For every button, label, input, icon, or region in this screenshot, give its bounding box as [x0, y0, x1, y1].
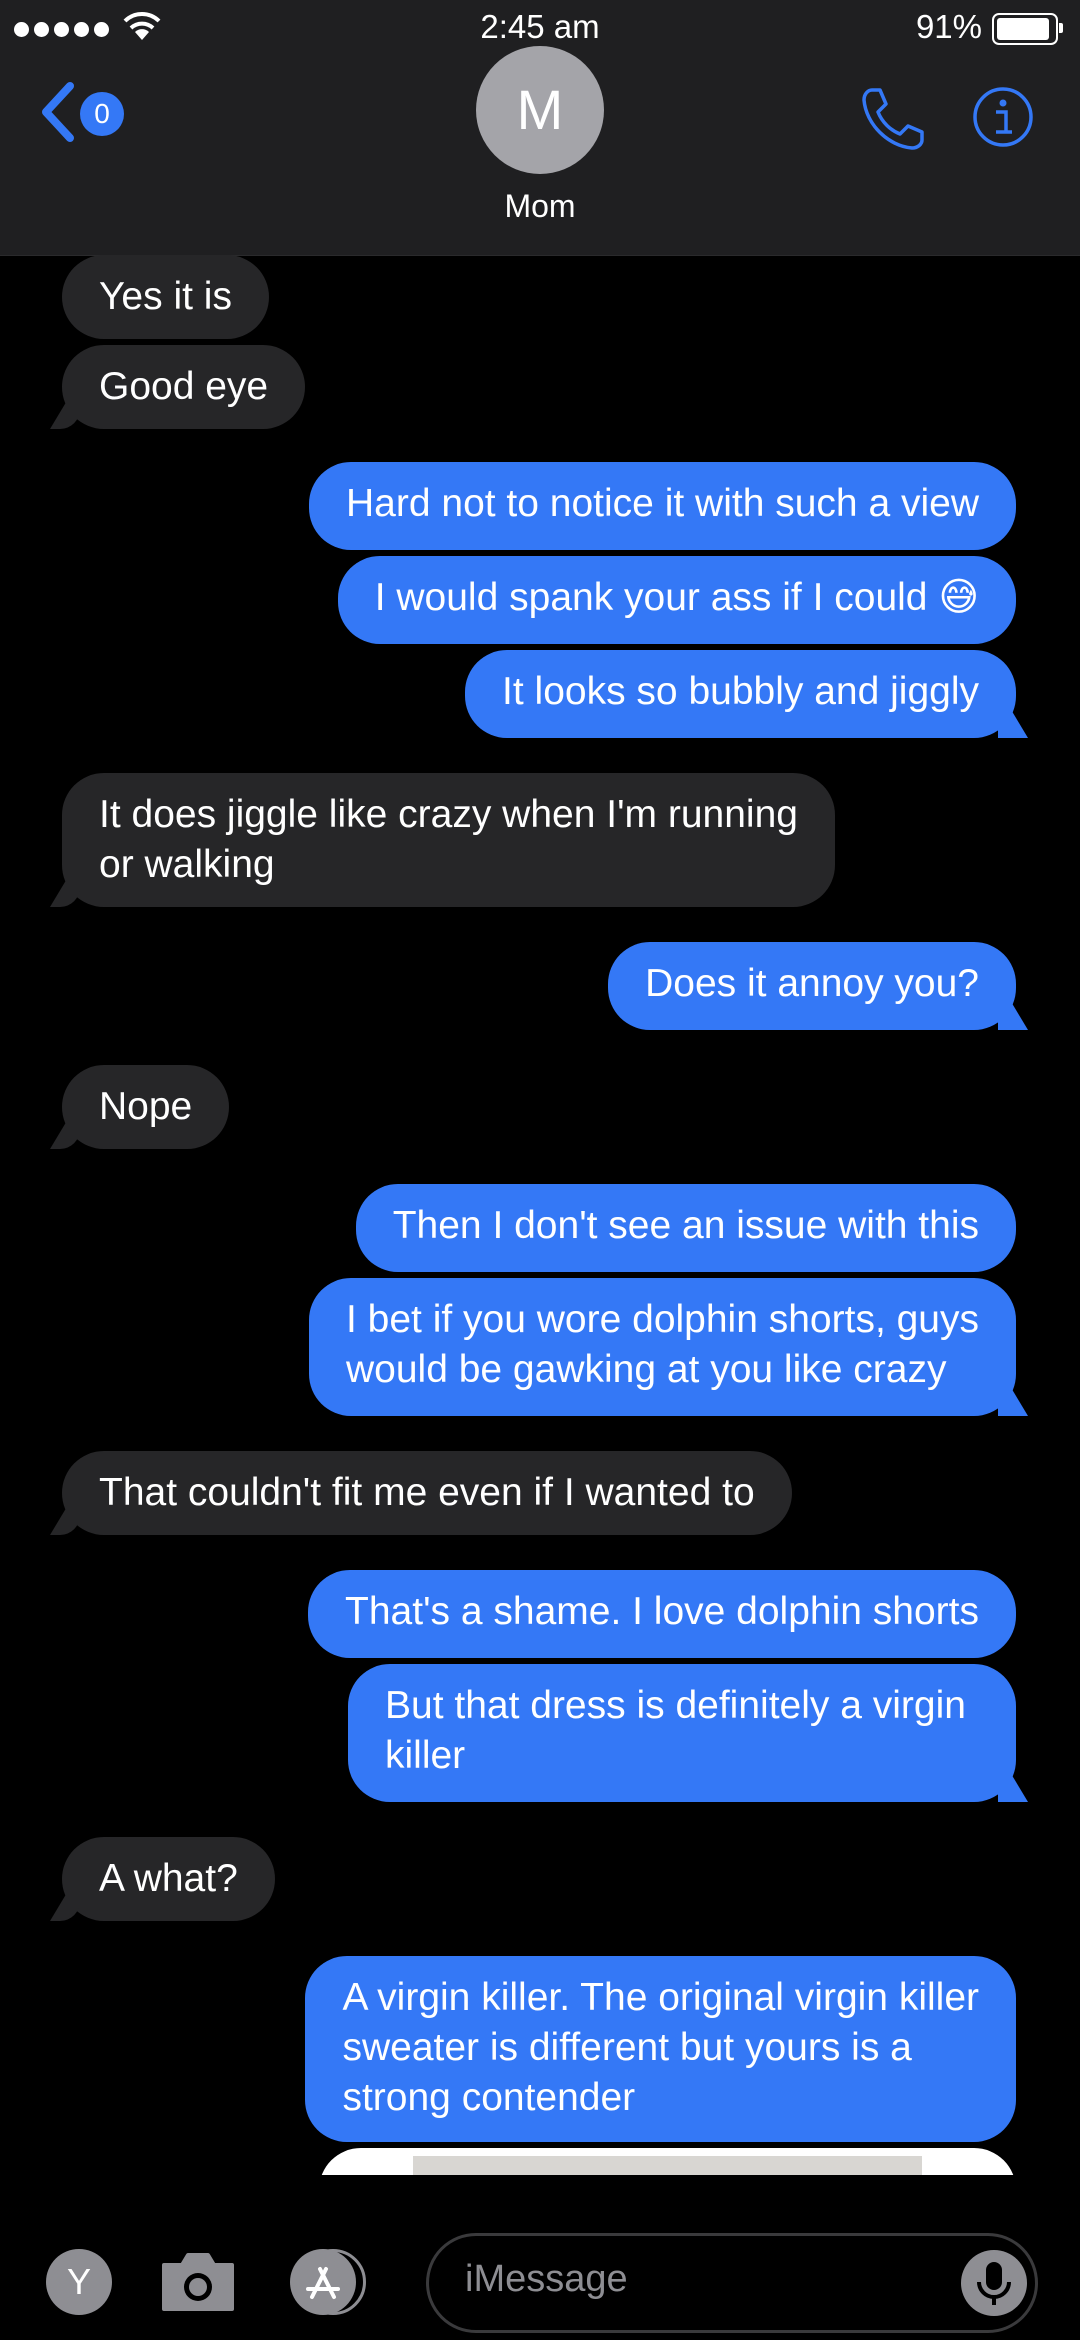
- message-incoming[interactable]: A what?: [62, 1837, 275, 1921]
- message-outgoing[interactable]: That's a shame. I love dolphin shorts: [308, 1570, 1016, 1658]
- contact-name[interactable]: Mom: [0, 188, 1080, 225]
- microphone-button[interactable]: [961, 2250, 1027, 2316]
- message-outgoing[interactable]: But that dress is definitely a virgin ki…: [348, 1664, 1016, 1802]
- message-incoming[interactable]: It does jiggle like crazy when I'm runni…: [62, 773, 835, 907]
- unread-badge: 0: [80, 92, 124, 136]
- back-button[interactable]: 0: [38, 80, 138, 144]
- info-icon[interactable]: [972, 86, 1034, 148]
- message-outgoing[interactable]: Does it annoy you?: [608, 942, 1016, 1030]
- battery-icon: [992, 13, 1063, 45]
- app-store-button[interactable]: [290, 2249, 356, 2315]
- battery-percent: 91%: [915, 8, 982, 45]
- message-outgoing[interactable]: Hard not to notice it with such a view: [309, 462, 1016, 550]
- message-outgoing[interactable]: Then I don't see an issue with this: [355, 1184, 1016, 1272]
- camera-icon[interactable]: [158, 2247, 238, 2315]
- app-store-icon: [306, 2267, 340, 2299]
- message-incoming[interactable]: Nope: [62, 1065, 230, 1149]
- avatar[interactable]: M: [476, 46, 604, 174]
- message-input-placeholder: iMessage: [465, 2258, 628, 2300]
- phone-icon[interactable]: [858, 84, 928, 154]
- message-incoming[interactable]: That couldn't fit me even if I wanted to: [62, 1451, 792, 1535]
- image-thumbnail: [413, 2156, 922, 2175]
- status-bar: 2:45 am 91%: [0, 8, 1080, 48]
- conversation-header: 2:45 am 91% 0 M Mom: [0, 0, 1080, 256]
- microphone-icon: [977, 2262, 1011, 2305]
- app-drawer-button[interactable]: Y: [46, 2249, 112, 2315]
- message-outgoing[interactable]: A virgin killer. The original virgin kil…: [305, 1956, 1016, 2142]
- message-outgoing[interactable]: It looks so bubbly and jiggly: [465, 650, 1016, 738]
- message-incoming[interactable]: Good eye: [62, 345, 306, 429]
- chevron-left-icon: [42, 82, 74, 142]
- image-attachment[interactable]: [319, 2148, 1016, 2175]
- message-outgoing[interactable]: I bet if you wore dolphin shorts, guys w…: [308, 1278, 1016, 1416]
- message-incoming[interactable]: Yes it is: [62, 255, 269, 339]
- message-outgoing[interactable]: I would spank your ass if I could 😅: [337, 556, 1016, 644]
- message-input[interactable]: iMessage: [426, 2233, 1038, 2333]
- composer-bar: Y iMessage: [0, 2175, 1080, 2340]
- message-list[interactable]: Yes it is Good eye Hard not to notice it…: [0, 255, 1080, 2175]
